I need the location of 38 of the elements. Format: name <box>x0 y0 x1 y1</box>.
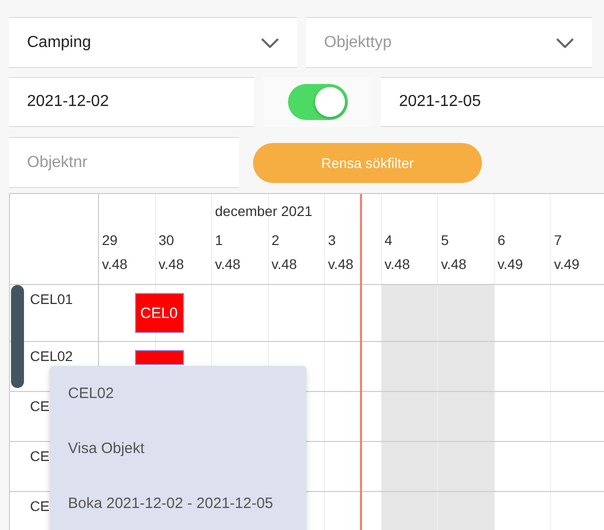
month-label: december 2021 <box>215 203 312 219</box>
menu-item[interactable]: Boka 2021-12-02 - 2021-12-05 <box>68 495 274 512</box>
object-type-select[interactable]: Objekttyp <box>306 17 592 68</box>
week-label: v.48 <box>328 255 354 274</box>
week-label: v.48 <box>384 255 411 274</box>
week-label: v.48 <box>158 255 185 274</box>
object-label: CEL01 <box>30 291 73 307</box>
campground-select[interactable]: Camping <box>9 17 297 68</box>
week-label: v.48 <box>215 255 242 274</box>
object-label: CEL02 <box>30 348 73 364</box>
end-date-field[interactable]: 2021-12-05 <box>381 77 604 127</box>
booking-block[interactable]: CEL0 <box>134 293 184 333</box>
toggle-switch[interactable] <box>288 84 348 120</box>
week-label: v.49 <box>554 255 580 274</box>
chevron-down-icon <box>556 38 574 48</box>
day-label: 2 <box>272 231 280 250</box>
booking-block[interactable] <box>134 350 184 365</box>
day-label: 30 <box>158 231 176 250</box>
scrollbar-thumb[interactable] <box>11 285 24 388</box>
day-label: 6 <box>498 231 506 250</box>
week-label: v.48 <box>272 255 298 274</box>
chevron-down-icon <box>261 38 279 48</box>
start-date-field[interactable]: 2021-12-02 <box>9 77 254 127</box>
week-label: v.48 <box>441 255 468 274</box>
day-label: 4 <box>384 231 394 250</box>
object-number-field[interactable]: Objektnr <box>9 137 239 188</box>
day-label: 29 <box>102 231 119 250</box>
object-label: CE <box>30 498 50 514</box>
day-label: 3 <box>328 231 337 250</box>
object-label: CE <box>30 448 50 464</box>
week-label: v.49 <box>498 255 524 274</box>
day-label: 1 <box>215 231 224 250</box>
menu-item[interactable]: Visa Objekt <box>68 440 144 457</box>
object-label: CE <box>30 398 50 414</box>
day-label: 5 <box>441 231 450 250</box>
week-label: v.48 <box>102 255 128 274</box>
menu-title: CEL02 <box>68 385 114 402</box>
day-label: 7 <box>554 231 563 250</box>
